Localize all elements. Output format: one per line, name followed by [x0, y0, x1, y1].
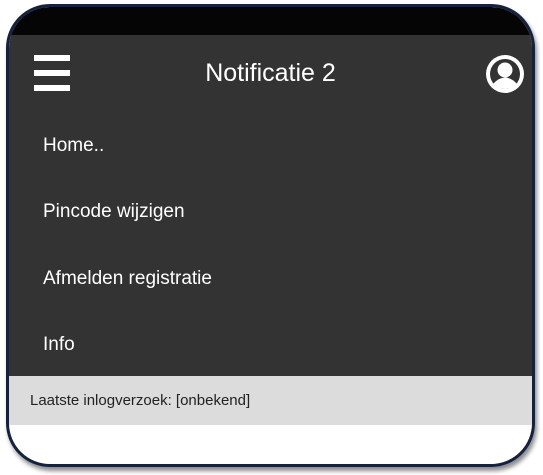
app-bar: Notificatie 2: [9, 35, 532, 111]
phone-frame: Notificatie 2 Home.. Pincode wijzigen Af…: [6, 4, 535, 467]
menu-item-label: Pincode wijzigen: [43, 201, 185, 222]
menu-item-label: Info: [43, 334, 75, 355]
menu-item-home[interactable]: Home..: [9, 116, 532, 176]
menu-item-unregister[interactable]: Afmelden registratie: [9, 249, 532, 309]
hamburger-menu-icon[interactable]: [34, 55, 70, 91]
menu-item-info[interactable]: Info: [9, 315, 532, 375]
menu-item-change-pin[interactable]: Pincode wijzigen: [9, 182, 532, 242]
menu-item-label: Afmelden registratie: [43, 268, 212, 289]
last-login-status-bar: Laatste inlogverzoek: [onbekend]: [9, 376, 532, 425]
menu-item-label: Home..: [43, 135, 105, 156]
hamburger-line: [34, 70, 70, 76]
device-status-strip: [9, 7, 532, 35]
hamburger-line: [34, 55, 70, 61]
last-login-text: Laatste inlogverzoek: [onbekend]: [30, 392, 251, 409]
hamburger-line: [34, 85, 70, 91]
navigation-menu: Home.. Pincode wijzigen Afmelden registr…: [9, 111, 532, 376]
user-account-icon[interactable]: [483, 52, 527, 96]
page-title: Notificatie 2: [205, 59, 336, 87]
